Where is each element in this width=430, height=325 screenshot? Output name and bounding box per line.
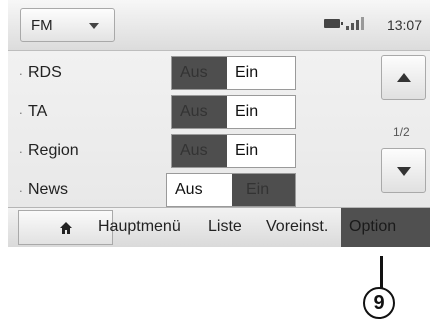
scroll-up-button[interactable]	[381, 55, 426, 100]
callout-number: 9	[363, 287, 395, 319]
setting-label: TA	[19, 102, 47, 121]
toggle-on[interactable]: Ein	[227, 135, 295, 167]
presets-button[interactable]: Voreinst.	[266, 218, 328, 236]
setting-row-region: Region Aus Ein	[8, 134, 368, 168]
ta-toggle[interactable]: Aus Ein	[171, 95, 296, 129]
rds-toggle[interactable]: Aus Ein	[171, 56, 296, 90]
region-toggle[interactable]: Aus Ein	[171, 134, 296, 168]
news-toggle[interactable]: Aus Ein	[166, 173, 296, 207]
main-menu-button[interactable]: Hauptmenü	[98, 218, 181, 236]
callout-line	[380, 256, 383, 288]
source-label: FM	[31, 17, 53, 34]
scroll-down-button[interactable]	[381, 148, 426, 193]
battery-icon	[324, 19, 343, 28]
toggle-off[interactable]: Aus	[167, 174, 232, 206]
arrow-up-icon	[397, 73, 411, 82]
setting-label: News	[19, 180, 68, 199]
setting-label: Region	[19, 141, 79, 160]
toggle-on[interactable]: Ein	[232, 174, 295, 206]
clock: 13:07	[386, 17, 422, 33]
page-indicator: 1/2	[393, 125, 410, 139]
list-button[interactable]: Liste	[208, 218, 242, 236]
arrow-down-icon	[397, 167, 411, 176]
source-dropdown[interactable]: FM	[20, 8, 115, 42]
setting-row-news: News Aus Ein	[8, 173, 368, 207]
setting-row-ta: TA Aus Ein	[8, 95, 368, 129]
bottom-bar: Hauptmenü Liste Voreinst. Option	[8, 207, 430, 247]
setting-row-rds: RDS Aus Ein	[8, 56, 368, 90]
option-button[interactable]: Option	[341, 208, 430, 247]
chevron-down-icon	[89, 23, 99, 29]
top-bar: FM 13:07	[8, 0, 430, 51]
option-label: Option	[349, 218, 397, 235]
radio-screen: FM 13:07 RDS Aus Ein TA Aus Ein Region A…	[8, 0, 430, 247]
setting-label: RDS	[19, 63, 62, 82]
toggle-on[interactable]: Ein	[227, 96, 295, 128]
signal-icon	[346, 16, 366, 30]
toggle-on[interactable]: Ein	[227, 57, 295, 89]
toggle-off[interactable]: Aus	[172, 57, 227, 89]
toggle-off[interactable]: Aus	[172, 96, 227, 128]
home-icon	[60, 222, 72, 234]
toggle-off[interactable]: Aus	[172, 135, 227, 167]
